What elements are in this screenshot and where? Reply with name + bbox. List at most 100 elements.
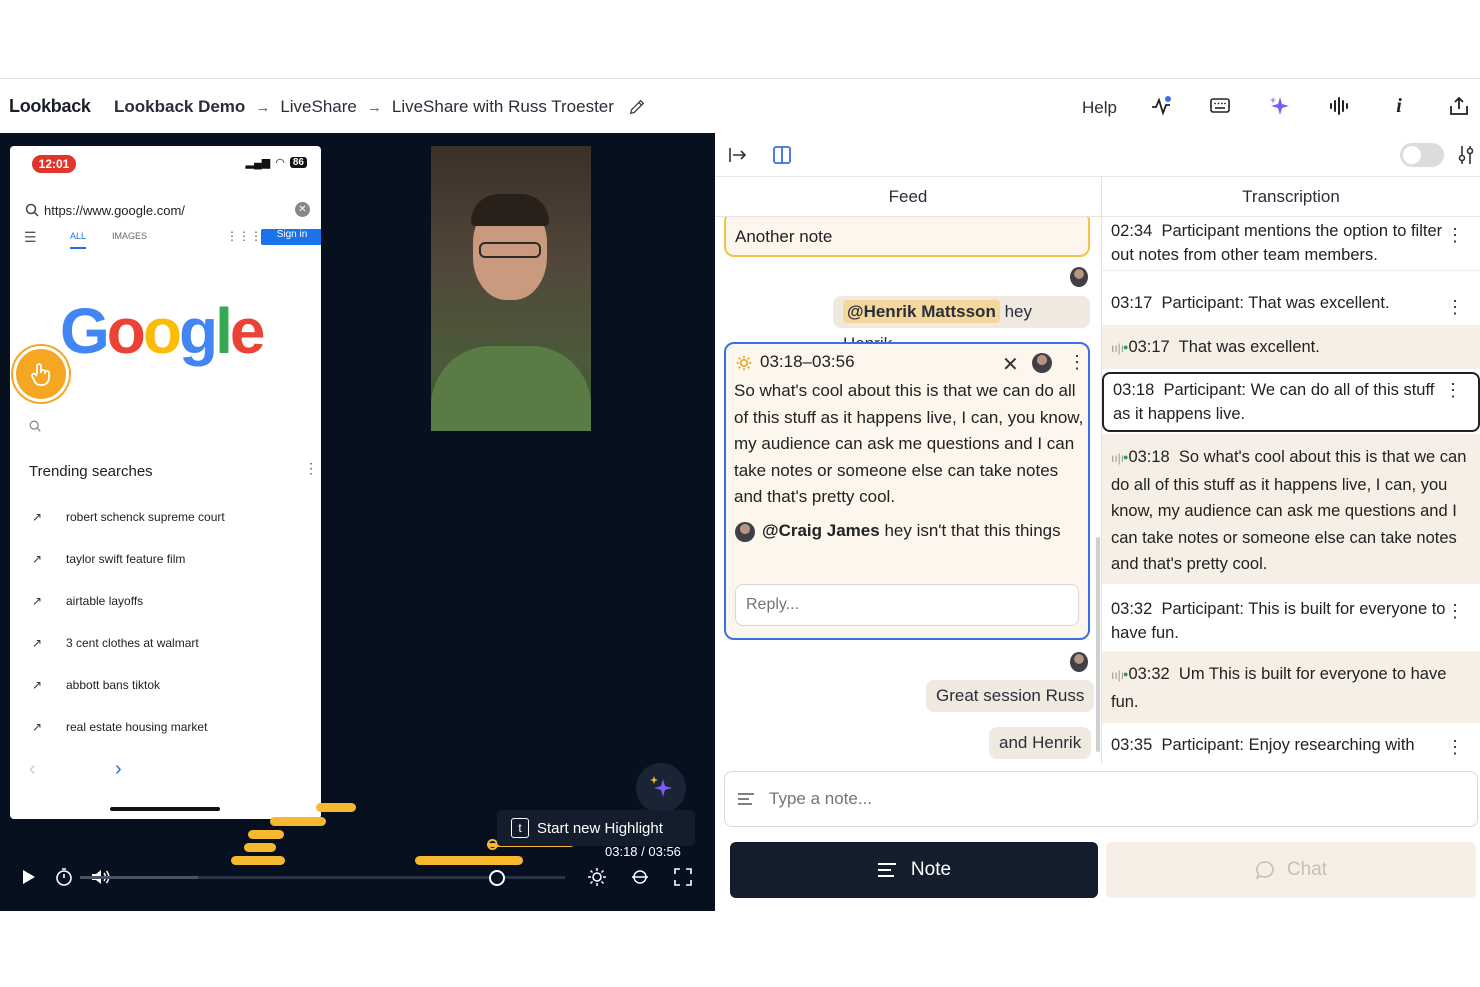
breadcrumb-folder[interactable]: LiveShare (280, 97, 357, 117)
play-icon[interactable] (14, 863, 42, 891)
search-icon (29, 420, 41, 432)
transcript-line[interactable]: ıı|ı●03:32 Um This is built for everyone… (1102, 651, 1480, 723)
shortcut-key: t (511, 818, 529, 838)
share-upload-icon[interactable] (1448, 95, 1470, 117)
highlight-bar[interactable] (244, 843, 276, 852)
tab-feed[interactable]: Feed (715, 177, 1101, 217)
participant-webcam (431, 146, 591, 431)
trending-title: Trending searches (29, 463, 153, 480)
notes-side-panel: Feed Transcription Another note @Henrik … (715, 133, 1480, 911)
more-vert-icon[interactable]: ⋮ (1446, 735, 1464, 759)
side-toolbar (715, 133, 1480, 177)
ai-sparkle-icon[interactable] (1268, 95, 1290, 117)
trending-icon: ↗ (32, 636, 43, 650)
list-item: ↗ real estate housing market (32, 720, 208, 734)
note-button-label: Note (910, 859, 952, 880)
more-vert-icon[interactable]: ⋮ (1444, 378, 1462, 402)
trending-icon: ↗ (32, 510, 43, 524)
timeline-buffered (80, 876, 198, 879)
highlight-bar[interactable] (270, 817, 326, 826)
chevron-right-icon: › (115, 758, 122, 780)
picture-in-picture-icon[interactable] (626, 863, 654, 891)
start-highlight-button[interactable]: t Start new Highlight (497, 810, 695, 846)
list-item: ↗ airtable layoffs (32, 594, 144, 608)
transcript-summary-selected[interactable]: 03:18 Participant: We can do all of this… (1102, 372, 1480, 432)
more-vert-icon[interactable]: ⋮ (1446, 295, 1464, 319)
wifi-icon: ◠ (275, 157, 285, 169)
playback-speed-icon[interactable] (50, 863, 78, 891)
more-vert-icon[interactable]: ⋮ (1068, 352, 1086, 373)
note-button[interactable]: Note (730, 842, 1098, 898)
help-link[interactable]: Help (1082, 98, 1117, 118)
keyboard-icon[interactable] (1209, 95, 1231, 117)
home-indicator (110, 807, 220, 811)
video-player[interactable]: 12:01 ▂▄▆ ◠ 86 https://www.google.com/ ✕… (0, 133, 715, 911)
google-tabs: ☰ ALL IMAGES ⋮⋮⋮ Sign in (24, 229, 321, 253)
highlight-bar[interactable] (248, 830, 284, 839)
brightness-icon[interactable] (583, 863, 611, 891)
highlight-bar[interactable] (316, 803, 356, 812)
theme-toggle[interactable] (1400, 143, 1444, 167)
split-layout-icon[interactable] (772, 145, 792, 165)
feed-scrollbar[interactable] (1096, 537, 1100, 752)
transcript-summary[interactable]: 03:35 Participant: Enjoy researching wit… (1102, 731, 1480, 764)
highlight-note-card[interactable]: 03:18–03:56 ✕ ⋮ So what's cool about thi… (724, 342, 1090, 640)
more-vert-icon[interactable]: ⋮ (1446, 599, 1464, 623)
trending-icon: ↗ (32, 552, 43, 566)
start-highlight-label: Start new Highlight (537, 819, 663, 837)
arrow-right-icon: → (366, 98, 382, 116)
collapse-panel-icon[interactable] (728, 146, 748, 164)
tab-transcription[interactable]: Transcription (1102, 177, 1480, 217)
fullscreen-icon[interactable] (669, 863, 697, 891)
filter-settings-icon[interactable] (1457, 144, 1475, 166)
chat-message: @Henrik Mattsson hey Henrik (833, 296, 1090, 353)
activity-icon[interactable] (1150, 95, 1172, 117)
info-icon[interactable]: i (1388, 95, 1410, 117)
url-text: https://www.google.com/ (44, 202, 185, 218)
text-lines-icon (738, 793, 754, 805)
trending-icon: ↗ (32, 594, 43, 608)
transcript-line[interactable]: ıı|ı●03:17 That was excellent. (1102, 325, 1480, 369)
list-item: ↗ abbott bans tiktok (32, 678, 161, 692)
chat-message: and Henrik (989, 727, 1092, 759)
reply-input[interactable] (735, 584, 1079, 626)
note-input[interactable] (769, 786, 1449, 812)
list-item: ↗ taylor swift feature film (32, 552, 186, 566)
avatar (735, 522, 755, 542)
chat-message: Great session Russ (926, 680, 1095, 712)
user-mention[interactable]: @Henrik Mattsson (843, 300, 1000, 323)
transcript-summary[interactable]: 03:32 Participant: This is built for eve… (1102, 595, 1480, 651)
chevron-left-icon: ‹ (29, 758, 36, 780)
ai-sparkle-icon (650, 776, 672, 797)
transcript-summary[interactable]: 02:34 Participant mentions the option to… (1102, 219, 1480, 271)
list-item: ↗ 3 cent clothes at walmart (32, 636, 199, 650)
menu-icon: ☰ (24, 229, 37, 245)
touch-hand-icon (13, 346, 69, 402)
trending-icon: ↗ (32, 720, 43, 734)
transcript-line[interactable]: ıı|ı●03:18 So what's cool about this is … (1102, 434, 1480, 584)
brand-logo[interactable]: Lookback (9, 96, 91, 117)
trending-list: ↗ robert schenck supreme court ↗ taylor sw… (32, 496, 312, 748)
ai-assist-button[interactable] (636, 763, 686, 813)
transcription-list: 02:34 Participant mentions the option to… (1102, 217, 1480, 764)
chat-button-label: Chat (1286, 859, 1328, 880)
timeline-scrubber[interactable] (489, 870, 505, 886)
breadcrumb-session[interactable]: LiveShare with Russ Troester (392, 97, 614, 117)
note-card[interactable]: Another note (724, 217, 1090, 257)
more-vert-icon[interactable]: ⋮ (1446, 223, 1464, 247)
highlight-time-range[interactable]: 03:18–03:56 (760, 352, 855, 372)
pencil-icon[interactable] (628, 98, 646, 116)
avatar (1032, 353, 1052, 373)
breadcrumb-project[interactable]: Lookback Demo (114, 97, 245, 117)
list-item: ↗ robert schenck supreme court (32, 510, 225, 524)
avatar (1070, 267, 1088, 287)
reply-text: hey isn't that this things (884, 521, 1061, 540)
audio-waveform-icon[interactable] (1328, 95, 1350, 117)
user-mention[interactable]: @Craig James (762, 521, 880, 540)
top-bar: Lookback Lookback Demo → LiveShare → Liv… (0, 79, 1480, 133)
timecode: 03:18 / 03:56 (605, 844, 681, 859)
phone-screen-share: 12:01 ▂▄▆ ◠ 86 https://www.google.com/ ✕… (10, 146, 321, 819)
feed-list: Another note @Henrik Mattsson hey Henrik… (715, 217, 1101, 764)
close-icon[interactable]: ✕ (1002, 352, 1019, 377)
chat-button[interactable]: Chat (1106, 842, 1476, 898)
